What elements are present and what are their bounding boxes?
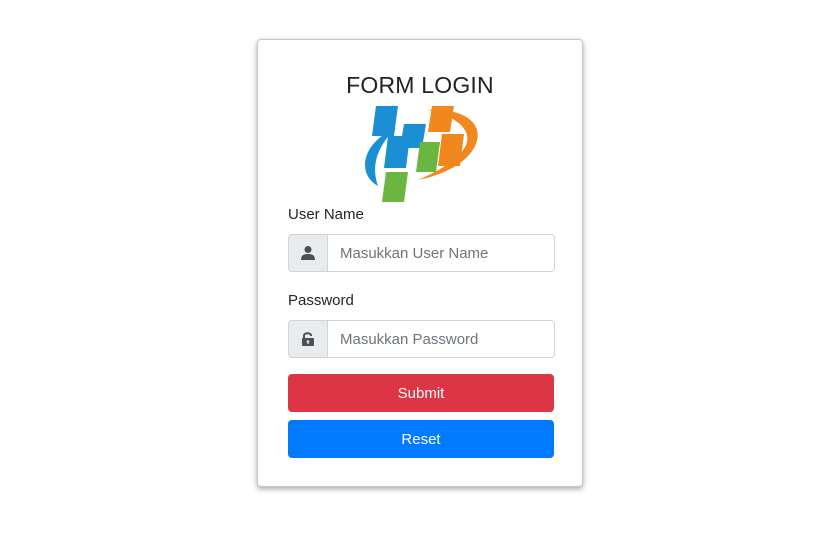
password-input[interactable] <box>328 320 555 358</box>
username-input[interactable] <box>328 234 555 272</box>
logo-block-blue-1 <box>372 106 398 136</box>
submit-button[interactable]: Submit <box>288 374 554 412</box>
login-card: FORM LOGIN User Name Password <box>257 39 583 487</box>
username-label: User Name <box>288 206 364 223</box>
logo-block-green-2 <box>382 172 408 202</box>
logo-block-orange-1 <box>428 106 454 132</box>
reset-button[interactable]: Reset <box>288 420 554 458</box>
bps-logo <box>365 106 478 202</box>
logo-block-green-1 <box>416 142 440 172</box>
username-input-group <box>288 234 555 272</box>
user-icon <box>288 234 328 272</box>
form-title: FORM LOGIN <box>346 72 494 98</box>
password-input-group <box>288 320 555 358</box>
password-label: Password <box>288 292 354 309</box>
logo-block-orange-2 <box>438 134 464 166</box>
unlock-icon <box>288 320 328 358</box>
